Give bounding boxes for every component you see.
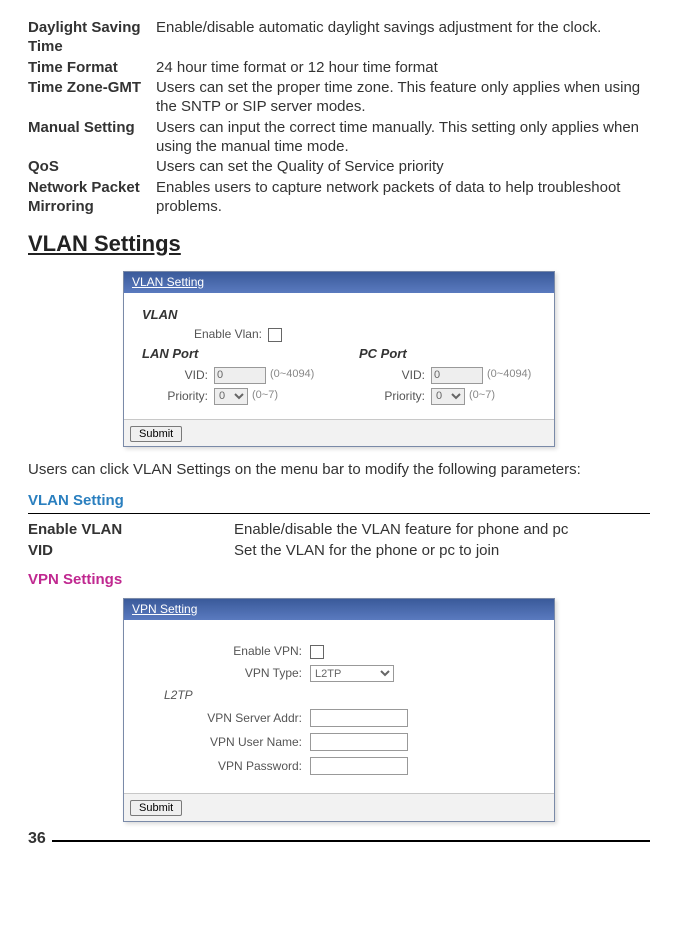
pc-vid-input[interactable] — [431, 367, 483, 384]
def-desc: Enable/disable automatic daylight saving… — [156, 18, 650, 58]
def-desc: Users can set the Quality of Service pri… — [156, 157, 650, 178]
vlan-settings-heading: VLAN Settings — [28, 230, 650, 258]
def-desc: Users can set the proper time zone. This… — [156, 78, 650, 118]
pc-priority-select[interactable]: 0 — [431, 388, 465, 405]
vlan-setting-subhead: VLAN Setting — [28, 492, 650, 511]
def-term: Enable VLAN — [28, 520, 234, 541]
vid-range: (0~4094) — [270, 368, 314, 382]
pc-port-label: PC Port — [359, 346, 536, 362]
priority-range: (0~7) — [469, 389, 495, 403]
def-desc: 24 hour time format or 12 hour time form… — [156, 58, 650, 79]
def-term: Time Format — [28, 58, 156, 79]
def-row: VID Set the VLAN for the phone or pc to … — [28, 541, 650, 562]
vlan-definitions: Enable VLAN Enable/disable the VLAN feat… — [28, 520, 650, 562]
def-row: QoS Users can set the Quality of Service… — [28, 157, 650, 178]
def-term: Manual Setting — [28, 118, 156, 158]
vid-label: VID: — [142, 368, 214, 383]
vpn-type-label: VPN Type: — [142, 666, 310, 681]
lan-vid-input[interactable] — [214, 367, 266, 384]
vid-label: VID: — [359, 368, 431, 383]
vid-range: (0~4094) — [487, 368, 531, 382]
vpn-user-input[interactable] — [310, 733, 408, 751]
def-term: QoS — [28, 157, 156, 178]
vpn-dialog-screenshot: VPN Setting Enable VPN: VPN Type: L2TP L… — [28, 598, 650, 822]
vlan-section-label: VLAN — [142, 307, 536, 323]
def-row: Time Zone-GMT Users can set the proper t… — [28, 78, 650, 118]
vlan-submit-button[interactable]: Submit — [130, 426, 182, 442]
l2tp-section-label: L2TP — [164, 688, 536, 703]
enable-vlan-label: Enable Vlan: — [182, 327, 268, 342]
vpn-pass-label: VPN Password: — [142, 759, 310, 774]
def-term: Time Zone-GMT — [28, 78, 156, 118]
vpn-type-select[interactable]: L2TP — [310, 665, 394, 682]
def-row: Network Packet Mirroring Enables users t… — [28, 178, 650, 218]
vpn-server-input[interactable] — [310, 709, 408, 727]
def-row: Time Format 24 hour time format or 12 ho… — [28, 58, 650, 79]
def-desc: Users can input the correct time manuall… — [156, 118, 650, 158]
def-term: VID — [28, 541, 234, 562]
dialog-title: VPN Setting — [124, 599, 554, 620]
divider — [28, 513, 650, 514]
lan-priority-select[interactable]: 0 — [214, 388, 248, 405]
def-desc: Enables users to capture network packets… — [156, 178, 650, 218]
enable-vpn-label: Enable VPN: — [142, 644, 310, 659]
vpn-server-label: VPN Server Addr: — [142, 711, 310, 726]
vpn-submit-button[interactable]: Submit — [130, 800, 182, 816]
vpn-settings-subhead: VPN Settings — [28, 571, 650, 590]
priority-label: Priority: — [359, 389, 431, 404]
dialog-title: VLAN Setting — [124, 272, 554, 293]
def-row: Manual Setting Users can input the corre… — [28, 118, 650, 158]
def-desc: Set the VLAN for the phone or pc to join — [234, 541, 650, 562]
def-row: Enable VLAN Enable/disable the VLAN feat… — [28, 520, 650, 541]
enable-vpn-checkbox[interactable] — [310, 645, 324, 659]
vpn-pass-input[interactable] — [310, 757, 408, 775]
page-number: 36 — [28, 830, 52, 847]
def-term: Network Packet Mirroring — [28, 178, 156, 218]
def-term: Daylight Saving Time — [28, 18, 156, 58]
vpn-user-label: VPN User Name: — [142, 735, 310, 750]
priority-label: Priority: — [142, 389, 214, 404]
lan-port-label: LAN Port — [142, 346, 319, 362]
page-footer: 36 — [28, 840, 650, 858]
def-desc: Enable/disable the VLAN feature for phon… — [234, 520, 650, 541]
vlan-dialog-screenshot: VLAN Setting VLAN Enable Vlan: LAN Port … — [28, 271, 650, 447]
enable-vlan-checkbox[interactable] — [268, 328, 282, 342]
priority-range: (0~7) — [252, 389, 278, 403]
vlan-body-text: Users can click VLAN Settings on the men… — [28, 461, 650, 480]
settings-definitions: Daylight Saving Time Enable/disable auto… — [28, 18, 650, 218]
def-row: Daylight Saving Time Enable/disable auto… — [28, 18, 650, 58]
